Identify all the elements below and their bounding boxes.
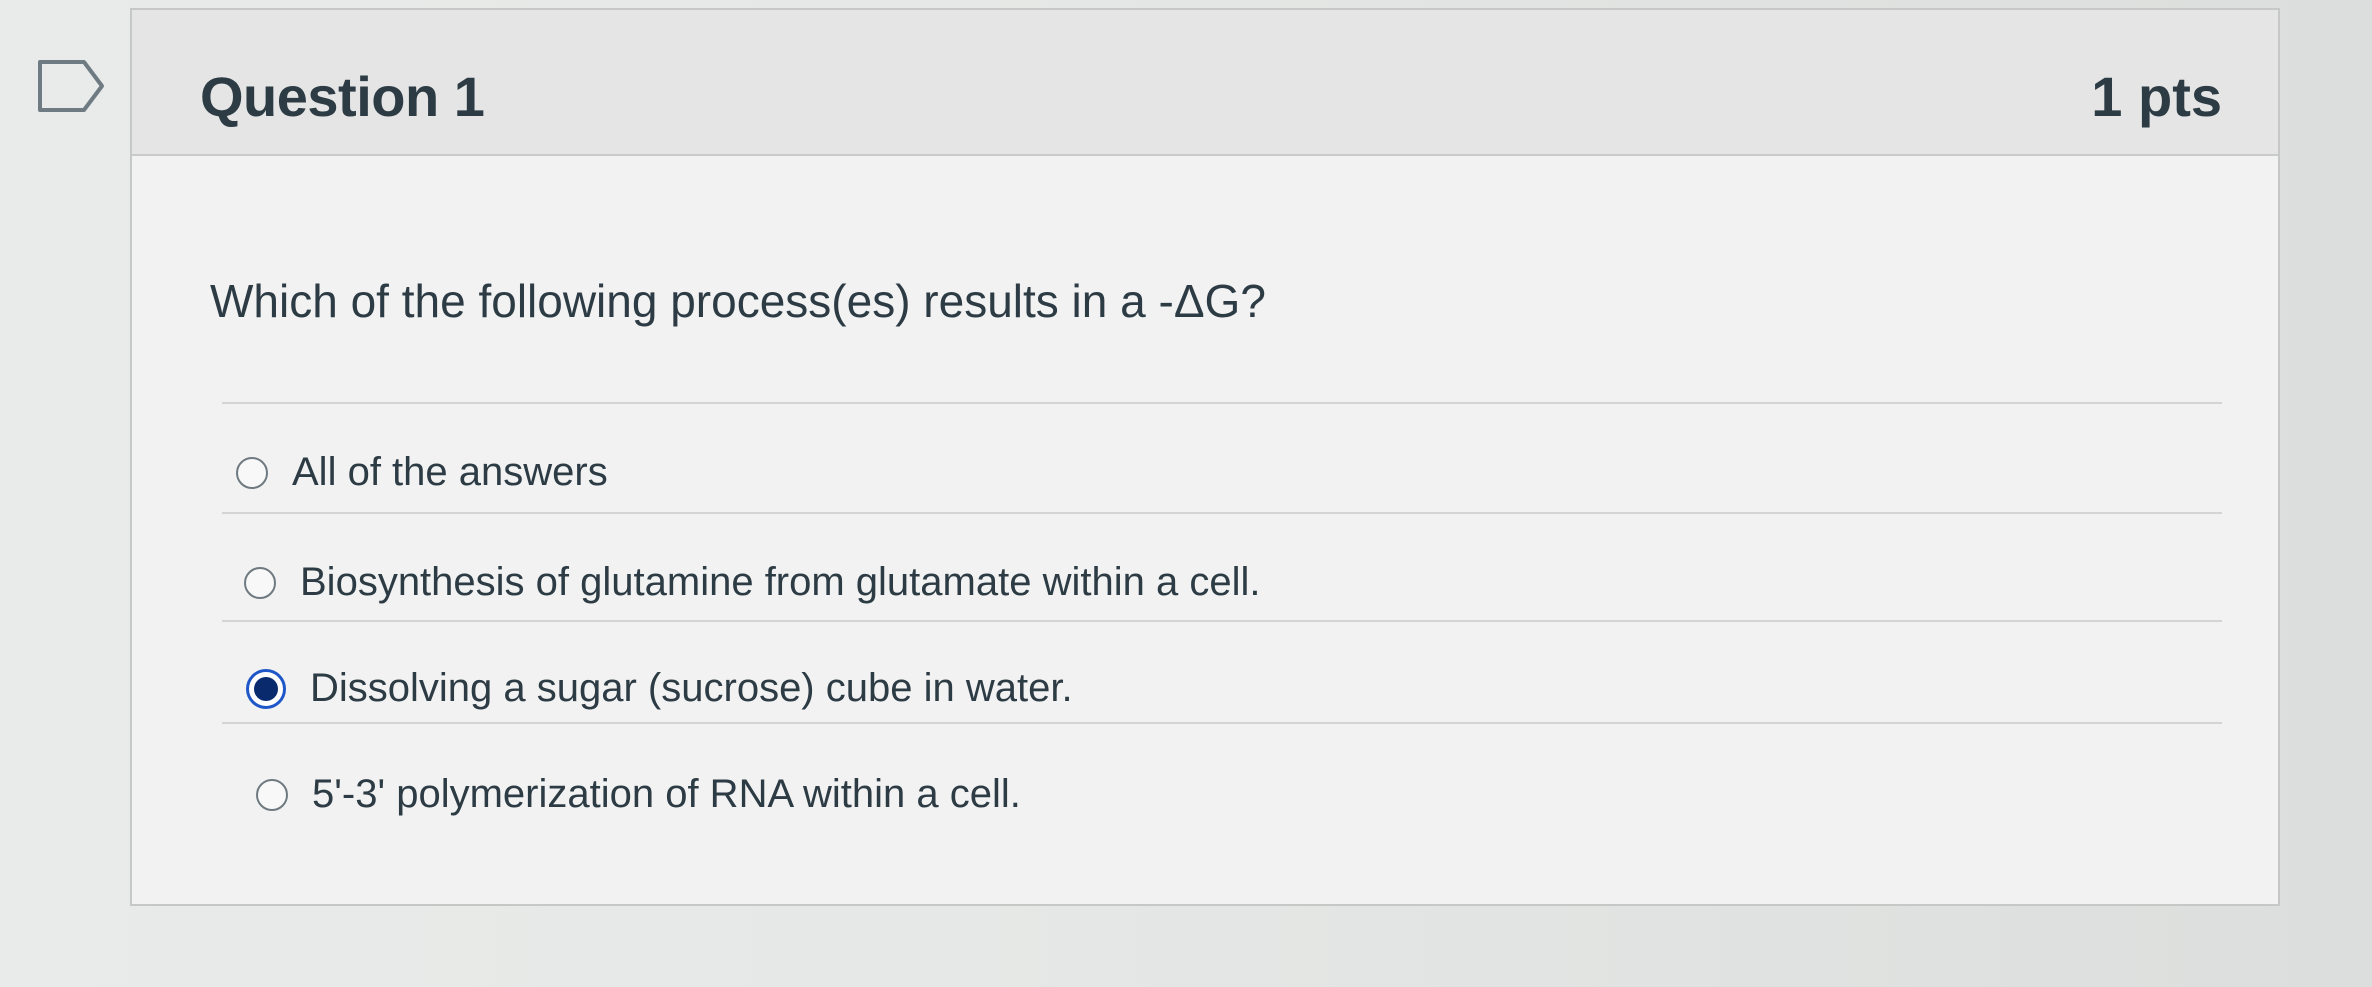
divider [222, 402, 2222, 404]
answer-option[interactable]: Dissolving a sugar (sucrose) cube in wat… [246, 666, 1073, 711]
question-points: 1 pts [2091, 65, 2222, 128]
flag-icon[interactable] [36, 58, 106, 114]
answer-label: 5'-3' polymerization of RNA within a cel… [312, 772, 1021, 816]
radio-button[interactable] [236, 456, 268, 489]
answer-label: Biosynthesis of glutamine from glutamate… [300, 560, 1261, 604]
question-text: Which of the following process(es) resul… [210, 275, 1266, 327]
radio-button[interactable] [244, 566, 276, 599]
answer-label: Dissolving a sugar (sucrose) cube in wat… [310, 666, 1073, 710]
answer-label: All of the answers [292, 450, 608, 494]
divider [222, 512, 2222, 514]
answer-option[interactable]: All of the answers [236, 450, 608, 495]
question-title: Question 1 [200, 65, 485, 128]
radio-button[interactable] [256, 778, 288, 811]
answer-option[interactable]: Biosynthesis of glutamine from glutamate… [244, 560, 1260, 605]
question-card: Question 1 1 pts Which of the following … [130, 8, 2280, 906]
radio-button-selected[interactable] [246, 668, 286, 709]
answer-option[interactable]: 5'-3' polymerization of RNA within a cel… [256, 772, 1021, 817]
divider [222, 722, 2222, 724]
divider [222, 620, 2222, 622]
question-header: Question 1 1 pts [132, 10, 2278, 156]
